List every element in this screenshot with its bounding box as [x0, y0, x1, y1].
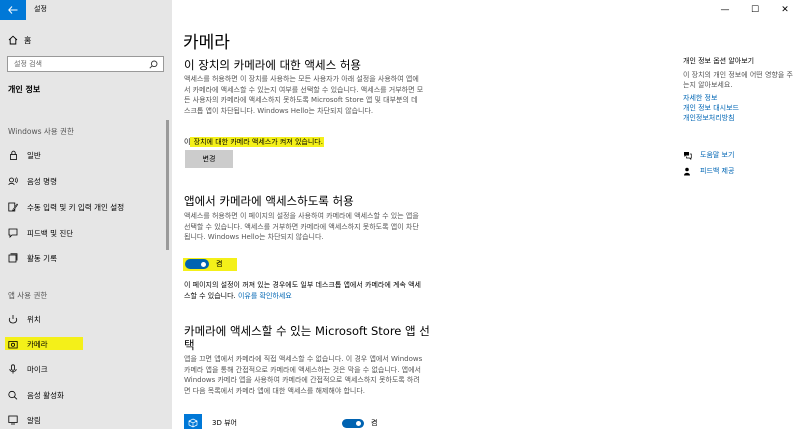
sidebar: 설정 홈 개인 정보 Windows 사용 권한 일반	[0, 0, 172, 429]
sidebar-item-label: 피드백 및 진단	[27, 228, 74, 238]
store-heading-line2: 택	[184, 338, 195, 352]
change-button[interactable]: 변경	[185, 150, 233, 168]
get-help-link[interactable]: 도움말 보기	[683, 150, 734, 160]
minimize-button[interactable]: —	[710, 0, 740, 20]
app-access-heading: 앱에서 카메라에 액세스하도록 허용	[184, 194, 354, 208]
lock-icon	[8, 150, 18, 160]
sidebar-section-windows: Windows 사용 권한	[8, 127, 74, 136]
home-icon	[8, 35, 18, 45]
sidebar-item-notifications[interactable]: 알림	[0, 412, 170, 428]
toggle-state-label: 켬	[371, 419, 378, 427]
more-info-link[interactable]: 자세한 정보	[683, 93, 717, 103]
app-access-description: 액세스를 허용하면 이 페이지의 설정을 사용하여 카메라에 액세스할 수 있는…	[184, 212, 419, 241]
app-toggle-row: 켬	[342, 418, 377, 428]
history-icon	[8, 253, 18, 263]
sidebar-section-apps: 앱 사용 권한	[8, 291, 48, 300]
store-heading-line1: 카메라에 액세스할 수 있는 Microsoft Store 앱 선	[184, 324, 430, 338]
toggle-knob	[356, 421, 361, 426]
back-arrow-icon	[8, 6, 18, 14]
privacy-dashboard-link[interactable]: 개인 정보 대시보드	[683, 103, 739, 113]
sidebar-item-activity[interactable]: 활동 기록	[0, 250, 170, 266]
3d-viewer-icon	[184, 414, 202, 429]
main-content: 카메라 이 장치의 카메라에 대한 액세스 허용 액세스를 허용하면 이 장치를…	[172, 0, 800, 429]
sidebar-item-label: 음성 명령	[27, 176, 57, 186]
sidebar-item-microphone[interactable]: 마이크	[0, 361, 170, 377]
app-name: 3D 뷰어	[212, 419, 237, 427]
privacy-statement-link[interactable]: 개인정보처리방침	[683, 113, 735, 123]
app-access-toggle[interactable]	[185, 259, 209, 269]
sidebar-item-location[interactable]: 위치	[0, 311, 170, 327]
maximize-button[interactable]: ☐	[740, 0, 770, 20]
device-access-description: 액세스를 허용하면 이 장치를 사용하는 모든 사용자가 아래 설정을 사용하여…	[184, 75, 424, 115]
notification-icon	[8, 415, 18, 425]
sidebar-item-label: 음성 활성화	[27, 390, 64, 400]
device-access-status: 이 장치에 대한 카메라 액세스가 켜져 있습니다.	[184, 137, 324, 147]
app-toggle[interactable]	[342, 418, 364, 428]
app-title: 설정	[34, 5, 47, 13]
sidebar-item-label: 수동 입력 및 키 입력 개인 설정	[27, 202, 125, 212]
status-highlight: 장치에 대한 카메라 액세스가 켜져 있습니다.	[190, 137, 324, 147]
title-bar: 설정	[0, 0, 172, 20]
learn-why-link[interactable]: 이유를 확인하세요	[238, 292, 292, 300]
feedback-person-icon	[684, 167, 690, 175]
sidebar-item-feedback[interactable]: 피드백 및 진단	[0, 225, 170, 241]
note-text: 이 페이지의 설정이 꺼져 있는 경우에도 일부 데스크톱 앱에서 카메라에 계…	[184, 281, 421, 300]
toggle-knob	[201, 261, 206, 267]
sidebar-item-label: 일반	[27, 150, 41, 160]
microphone-icon	[8, 364, 18, 374]
feedback-icon	[8, 228, 18, 238]
sidebar-item-speech[interactable]: 음성 명령	[0, 173, 170, 189]
sidebar-item-label: 알림	[27, 415, 41, 425]
sidebar-item-home[interactable]: 홈	[8, 33, 31, 47]
sidebar-category: 개인 정보	[8, 85, 41, 94]
store-apps-description: 앱을 끄면 앱에서 카메라에 직접 액세스할 수 없습니다. 이 경우 앱에서 …	[184, 355, 423, 395]
sidebar-item-label: 카메라	[27, 339, 48, 349]
sidebar-item-general[interactable]: 일반	[0, 147, 170, 163]
privacy-options-title: 개인 정보 옵션 알아보기	[683, 57, 755, 65]
pen-icon	[8, 202, 18, 212]
sidebar-item-label: 마이크	[27, 364, 48, 374]
search-icon[interactable]	[149, 60, 158, 69]
speech-icon	[8, 176, 18, 186]
settings-window: 설정 홈 개인 정보 Windows 사용 권한 일반	[0, 0, 800, 429]
search-input[interactable]	[14, 60, 144, 68]
search-box	[7, 56, 164, 72]
toggle-state-label: 켬	[216, 260, 223, 268]
give-feedback-link[interactable]: 피드백 제공	[683, 166, 734, 176]
sidebar-item-inking[interactable]: 수동 입력 및 키 입력 개인 설정	[0, 199, 170, 215]
back-button[interactable]	[0, 0, 26, 20]
close-button[interactable]: ✕	[770, 0, 800, 20]
sidebar-item-label: 위치	[27, 314, 41, 324]
page-title: 카메라	[183, 33, 230, 53]
sidebar-home-label: 홈	[24, 35, 32, 45]
location-icon	[8, 314, 18, 324]
feedback-label: 피드백 제공	[700, 167, 735, 175]
desktop-apps-note: 이 페이지의 설정이 꺼져 있는 경우에도 일부 데스크톱 앱에서 카메라에 계…	[184, 280, 424, 301]
device-access-heading: 이 장치의 카메라에 대한 액세스 허용	[184, 58, 361, 72]
store-apps-heading: 카메라에 액세스할 수 있는 Microsoft Store 앱 선택	[184, 324, 454, 352]
sidebar-item-label: 활동 기록	[27, 253, 57, 263]
sidebar-item-voice-activation[interactable]: 음성 활성화	[0, 387, 170, 403]
help-icon	[684, 151, 692, 160]
voice-icon	[8, 390, 18, 400]
camera-icon	[8, 339, 18, 349]
app-access-toggle-row: 켬	[185, 259, 222, 269]
sidebar-item-camera[interactable]: 카메라	[0, 336, 170, 352]
scrollbar-thumb[interactable]	[166, 120, 169, 250]
help-label: 도움말 보기	[700, 151, 735, 159]
privacy-options-text: 이 장치의 개인 정보에 어떤 영향을 주는지 알아보세요.	[683, 71, 793, 89]
window-controls: — ☐ ✕	[710, 0, 800, 20]
sidebar-scrollbar[interactable]	[166, 100, 169, 420]
